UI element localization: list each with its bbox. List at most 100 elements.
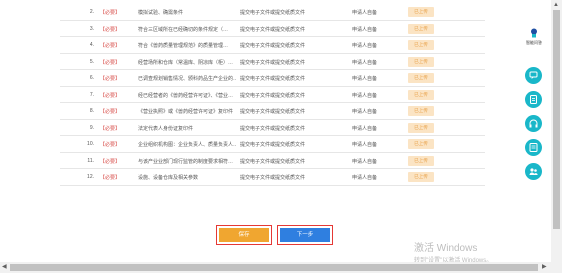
table-row: 8. 【必要】 《营业执照》或《兽药经营许可证》复印件 提交电子文件或提交纸质文…: [60, 103, 485, 120]
required-tag: 【必要】: [100, 76, 121, 82]
upload-status-button[interactable]: 已上传: [408, 23, 434, 34]
material-source: 申请人自备: [352, 109, 378, 115]
smart-qa-label: 智能问答: [526, 40, 542, 45]
vertical-scrollbar[interactable]: ▲: [551, 0, 562, 262]
save-button-outline: 保存: [216, 225, 272, 245]
table-row: 9. 【必要】 法定代表人身份证复印件 提交电子文件或提交纸质文件 申请人自备 …: [60, 120, 485, 136]
upload-status-button[interactable]: 已上传: [408, 106, 434, 116]
submission-type: 提交电子文件或提交纸质文件: [240, 142, 306, 148]
table-row: 6. 【必要】 已调查规划销售情况、颁科药品生产企业的… 提交电子文件或提交纸质…: [60, 70, 485, 87]
next-step-button[interactable]: 下一步: [280, 228, 330, 242]
upload-status-button[interactable]: 已上传: [408, 73, 434, 83]
row-number: 10.: [87, 141, 94, 147]
material-source: 申请人自备: [352, 92, 378, 99]
upload-status-button[interactable]: 已上传: [408, 155, 434, 166]
chat-bubble-icon[interactable]: [525, 67, 542, 84]
save-button[interactable]: 保存: [219, 228, 269, 242]
table-row: 10. 【必要】 企业组织机构图：企业负责人、质量负责人… 提交电子文件或提交纸…: [60, 136, 485, 153]
row-number: 7.: [89, 91, 94, 98]
upload-status-button[interactable]: 已上传: [408, 139, 434, 149]
row-number: 12.: [87, 174, 94, 180]
material-source: 申请人自备: [352, 59, 378, 66]
watermark-title: 激活 Windows: [414, 243, 478, 254]
material-name: 法定代表人身份证复印件: [138, 125, 194, 132]
required-tag: 【必要】: [100, 109, 121, 115]
material-name: 模拟试验、确需条件: [138, 10, 184, 16]
material-source: 申请人自备: [352, 10, 378, 16]
material-source: 申请人自备: [352, 26, 378, 33]
table-row: 11. 【必要】 与该产业业部门现行监管的制度要求相符… 提交电子文件或提交纸质…: [60, 153, 485, 169]
required-tag: 【必要】: [100, 158, 121, 165]
table-row: 2. 【必要】 模拟试验、确需条件 提交电子文件或提交纸质文件 申请人自备 已上…: [60, 4, 485, 21]
submission-type: 提交电子文件或提交纸质文件: [240, 125, 306, 132]
robot-icon: [531, 28, 537, 38]
required-tag: 【必要】: [100, 10, 121, 16]
scroll-up-arrow-icon[interactable]: ▲: [553, 2, 559, 8]
material-source: 申请人自备: [352, 76, 378, 82]
page-viewport: 2. 【必要】 模拟试验、确需条件 提交电子文件或提交纸质文件 申请人自备 已上…: [0, 0, 562, 273]
people-icon[interactable]: [525, 163, 542, 180]
table-row: 4. 【必要】 符合《兽药质量管理规范》的质量管理… 提交电子文件或提交纸质文件…: [60, 37, 485, 54]
submission-type: 提交电子文件或提交纸质文件: [240, 26, 306, 33]
headset-icon[interactable]: [525, 115, 542, 132]
material-source: 申请人自备: [352, 175, 378, 181]
required-tag: 【必要】: [100, 59, 121, 66]
upload-status-button[interactable]: 已上传: [408, 40, 434, 50]
submission-type: 提交电子文件或提交纸质文件: [240, 158, 306, 165]
material-name: 经已经营者的《兽药经营许可证》、《营业…: [138, 92, 234, 99]
row-number: 3.: [89, 25, 94, 32]
horizontal-scroll-thumb[interactable]: [10, 264, 538, 271]
submission-type: 提交电子文件或提交纸质文件: [240, 10, 306, 16]
scroll-left-arrow-icon[interactable]: ◀: [2, 263, 7, 270]
upload-status-button[interactable]: 已上传: [408, 172, 434, 182]
submission-type: 提交电子文件或提交纸质文件: [240, 59, 306, 66]
material-name: 设施、设备仓库及相关参数: [138, 175, 199, 181]
next-button-outline: 下一步: [277, 225, 333, 245]
material-source: 申请人自备: [352, 158, 378, 165]
material-name: 符合《兽药质量管理规范》的质量管理…: [138, 43, 229, 49]
upload-status-button[interactable]: 已上传: [408, 56, 434, 67]
row-number: 11.: [87, 157, 94, 164]
document-icon[interactable]: [525, 139, 542, 156]
required-tag: 【必要】: [100, 92, 121, 99]
material-name: 已调查规划销售情况、颁科药品生产企业的…: [138, 76, 236, 82]
scroll-right-arrow-icon[interactable]: ▶: [542, 263, 547, 270]
material-source: 申请人自备: [352, 142, 378, 148]
row-number: 8.: [89, 108, 94, 114]
upload-status-button[interactable]: 已上传: [408, 89, 434, 100]
required-tag: 【必要】: [100, 175, 121, 181]
material-name: 与该产业业部门现行监管的制度要求相符…: [138, 158, 234, 165]
row-number: 4.: [89, 42, 94, 48]
material-name: 符合三区域所在已经确切的条件规定（…: [138, 26, 229, 33]
windows-activation-watermark: 激活 Windows 转到"设置"以激活 Windows。: [414, 239, 492, 264]
material-source: 申请人自备: [352, 43, 378, 49]
materials-table: 2. 【必要】 模拟试验、确需条件 提交电子文件或提交纸质文件 申请人自备 已上…: [60, 4, 485, 186]
row-number: 5.: [89, 58, 94, 65]
vertical-scroll-thumb[interactable]: [553, 10, 560, 229]
table-row: 7. 【必要】 经已经营者的《兽药经营许可证》、《营业… 提交电子文件或提交纸质…: [60, 87, 485, 103]
row-number: 9.: [89, 124, 94, 131]
submission-type: 提交电子文件或提交纸质文件: [240, 109, 306, 115]
submission-type: 提交电子文件或提交纸质文件: [240, 92, 306, 99]
row-number: 2.: [89, 9, 94, 15]
submission-type: 提交电子文件或提交纸质文件: [240, 175, 306, 181]
clipboard-icon[interactable]: [525, 91, 542, 108]
row-number: 6.: [89, 75, 94, 81]
table-row: 12. 【必要】 设施、设备仓库及相关参数 提交电子文件或提交纸质文件 申请人自…: [60, 169, 485, 186]
material-name: 企业组织机构图：企业负责人、质量负责人…: [138, 142, 236, 148]
required-tag: 【必要】: [100, 43, 121, 49]
upload-status-button[interactable]: 已上传: [408, 7, 434, 17]
horizontal-scrollbar[interactable]: ◀ ▶: [0, 262, 562, 273]
submission-type: 提交电子文件或提交纸质文件: [240, 76, 306, 82]
material-source: 申请人自备: [352, 125, 378, 132]
submission-type: 提交电子文件或提交纸质文件: [240, 43, 306, 49]
material-name: 《营业执照》或《兽药经营许可证》复印件: [138, 109, 234, 115]
required-tag: 【必要】: [100, 125, 121, 132]
table-row: 3. 【必要】 符合三区域所在已经确切的条件规定（… 提交电子文件或提交纸质文件…: [60, 21, 485, 37]
upload-status-button[interactable]: 已上传: [408, 122, 434, 133]
required-tag: 【必要】: [100, 26, 121, 33]
required-tag: 【必要】: [100, 142, 121, 148]
material-name: 经营场所和仓库（常温库、阴凉库（柜）…: [138, 59, 234, 66]
table-row: 5. 【必要】 经营场所和仓库（常温库、阴凉库（柜）… 提交电子文件或提交纸质文…: [60, 54, 485, 70]
smart-qa-entry[interactable]: 智能问答: [518, 28, 550, 46]
